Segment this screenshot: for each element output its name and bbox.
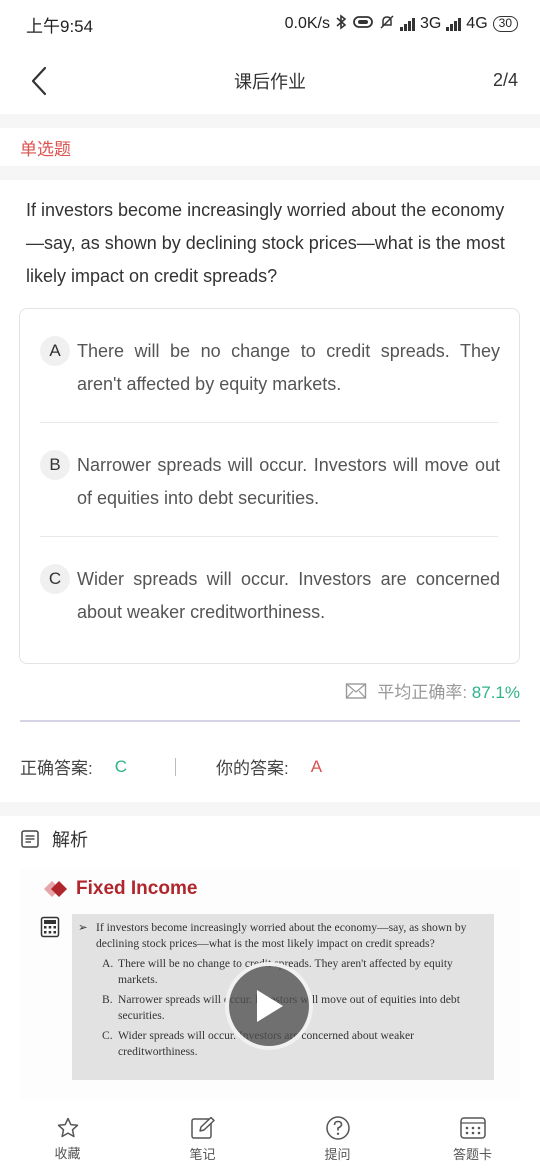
- option-letter: A: [40, 336, 70, 366]
- mail-icon: [346, 682, 367, 699]
- analysis-label: 解析: [52, 830, 88, 850]
- question-circle-icon: [325, 1116, 350, 1140]
- page-title: 课后作业: [234, 72, 306, 92]
- accuracy-value: 87.1%: [471, 683, 520, 702]
- bottom-tab-bar: 收藏 笔记 提问 答题卡: [0, 1108, 540, 1170]
- network-3g: 3G: [419, 15, 442, 32]
- vibrate-icon: [352, 15, 374, 34]
- status-bar: 上午9:54 0.0K/s 3G 4G 30: [0, 0, 540, 48]
- tab-answer-card-label: 答题卡: [452, 1147, 492, 1162]
- question-progress: 2/4: [492, 70, 518, 90]
- section-gap: [0, 166, 540, 180]
- correct-answer-label: 正确答案:: [20, 759, 93, 778]
- analysis-video[interactable]: Fixed Income ➢ If investors become incre…: [20, 868, 520, 1100]
- correct-answer-value: C: [114, 756, 128, 776]
- question-text: If investors become increasingly worried…: [26, 200, 505, 286]
- mute-icon: [379, 14, 395, 35]
- diamond-logo-icon: [44, 881, 67, 897]
- calculator-icon: [40, 916, 60, 943]
- back-button[interactable]: [22, 64, 56, 98]
- slide-option-letter: C.: [102, 1029, 113, 1042]
- bluetooth-icon: [335, 13, 347, 35]
- slide-option-letter: A.: [102, 957, 114, 970]
- tab-notes[interactable]: 笔记: [135, 1108, 270, 1170]
- play-icon: [257, 990, 283, 1022]
- user-answer-value: A: [310, 756, 323, 776]
- network-speed: 0.0K/s: [284, 15, 330, 32]
- star-icon: [57, 1117, 78, 1138]
- option-divider: [40, 422, 498, 423]
- answer-card-icon: [459, 1117, 486, 1139]
- slide-title-text: Fixed Income: [76, 878, 198, 899]
- chevron-left-icon: [31, 66, 47, 96]
- arrow-bullet-icon: ➢: [78, 921, 88, 934]
- question-type-label: 单选题: [20, 139, 71, 159]
- user-answer-label: 你的答案:: [216, 759, 289, 778]
- network-4g: 4G: [466, 15, 488, 32]
- analysis-header: 解析: [20, 826, 88, 852]
- options-card: A There will be no change to credit spre…: [19, 308, 520, 664]
- edit-note-icon: [190, 1116, 215, 1139]
- question-type: 单选题: [0, 128, 540, 166]
- section-gap: [0, 802, 540, 816]
- tab-answer-card[interactable]: 答题卡: [405, 1108, 540, 1170]
- answer-divider: [175, 757, 177, 776]
- tab-ask[interactable]: 提问: [270, 1108, 405, 1170]
- option-c[interactable]: C Wider spreads will occur. Investors ar…: [40, 563, 500, 629]
- slide-option-letter: B.: [102, 993, 113, 1006]
- tab-ask-label: 提问: [324, 1147, 351, 1162]
- signal-icon: [446, 17, 462, 31]
- signal-icon: [399, 17, 415, 31]
- section-divider: [20, 720, 520, 722]
- option-a[interactable]: A There will be no change to credit spre…: [40, 335, 500, 401]
- tab-notes-label: 笔记: [189, 1147, 216, 1162]
- option-letter: B: [40, 450, 70, 480]
- document-icon: [21, 830, 39, 848]
- option-text: Wider spreads will occur. Investors are …: [77, 569, 500, 622]
- accuracy-label: 平均正确率: 87.1%: [377, 683, 520, 702]
- play-button[interactable]: [225, 962, 313, 1050]
- slide-question: ➢ If investors become increasingly worri…: [78, 920, 486, 952]
- answer-row: 正确答案: C 你的答案: A: [20, 754, 322, 779]
- option-text: Narrower spreads will occur. Investors w…: [77, 455, 500, 508]
- tab-favorite[interactable]: 收藏: [0, 1108, 135, 1170]
- tab-favorite-label: 收藏: [54, 1146, 81, 1161]
- status-icons: 0.0K/s 3G 4G 30: [284, 13, 518, 35]
- accuracy-row: 平均正确率: 87.1%: [345, 678, 520, 703]
- option-text: There will be no change to credit spread…: [77, 341, 500, 394]
- battery-icon: 30: [492, 16, 518, 32]
- option-b[interactable]: B Narrower spreads will occur. Investors…: [40, 449, 500, 515]
- section-gap: [0, 114, 540, 128]
- status-time: 上午9:54: [26, 16, 94, 36]
- nav-bar: 课后作业 2/4: [0, 48, 540, 114]
- option-divider: [40, 536, 498, 537]
- slide-question-text: If investors become increasingly worried…: [96, 921, 467, 950]
- option-letter: C: [40, 564, 70, 594]
- slide-title: Fixed Income: [42, 878, 197, 900]
